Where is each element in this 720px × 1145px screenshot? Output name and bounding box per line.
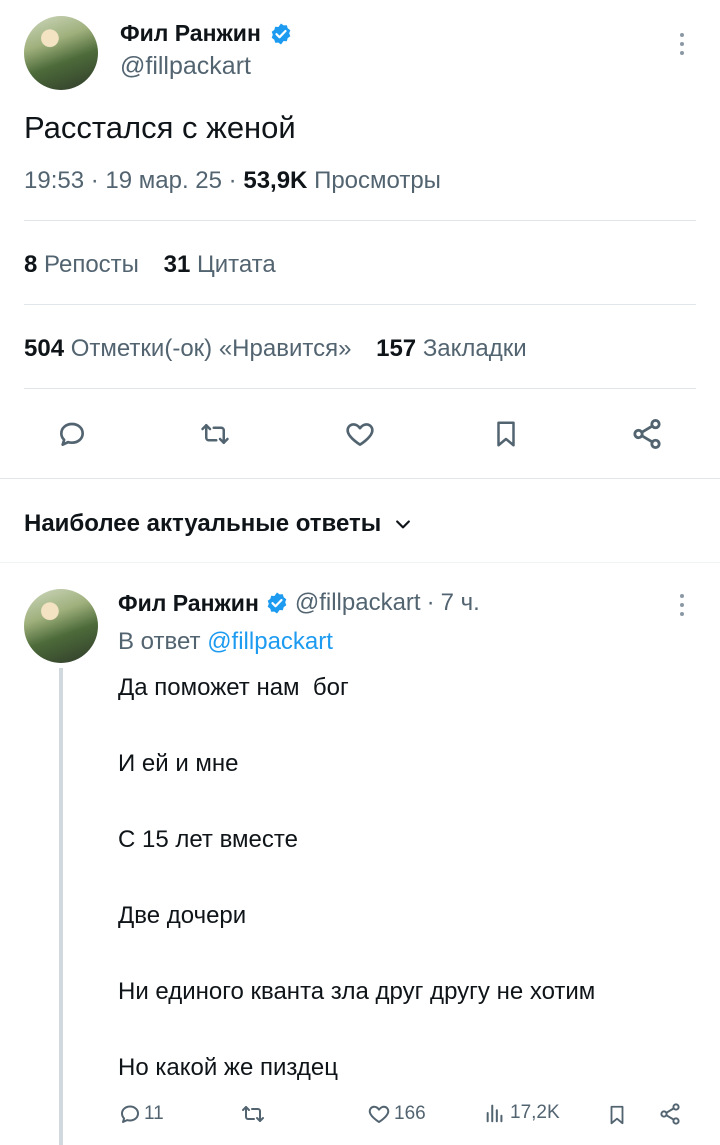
- heart-icon: [346, 423, 374, 446]
- reply-bookmark-button[interactable]: [606, 1102, 628, 1133]
- repost-icon: [242, 1106, 264, 1122]
- likes-count: 504: [24, 335, 65, 362]
- bookmark-icon: [497, 421, 515, 447]
- author-name[interactable]: Фил Ранжин: [120, 20, 261, 47]
- reply-author-avatar[interactable]: [24, 589, 98, 663]
- reply-replies-count: 11: [144, 1103, 164, 1124]
- meta-separator: ·: [228, 167, 244, 194]
- divider: [24, 388, 696, 389]
- reply-age[interactable]: 7 ч.: [441, 589, 480, 617]
- verified-badge-icon: [267, 592, 287, 614]
- share-button[interactable]: [625, 414, 669, 454]
- reply-likes-count: 166: [394, 1103, 426, 1124]
- views-label: Просмотры: [314, 167, 441, 194]
- tweet-text: Расстался с женой: [24, 110, 296, 145]
- reply-like-button[interactable]: 166: [366, 1102, 426, 1126]
- reply-reply-button[interactable]: 11: [118, 1102, 164, 1126]
- reply-views-button[interactable]: 17,2K: [484, 1102, 560, 1124]
- reply-icon: [60, 422, 84, 446]
- meta-separator: ·: [90, 167, 106, 194]
- in-reply-prefix: В ответ: [118, 628, 201, 655]
- reposts-label: Репосты: [44, 251, 139, 278]
- views-count: 53,9K: [243, 167, 308, 194]
- like-button[interactable]: [338, 414, 382, 454]
- verified-badge-icon: [271, 23, 291, 44]
- reply-text-line: С 15 лет вместе: [118, 826, 298, 853]
- divider: [24, 304, 696, 305]
- reply-views-count: 17,2K: [510, 1102, 560, 1123]
- likes-label: Отметки(-ок) «Нравится»: [70, 335, 352, 362]
- reply-repost-button[interactable]: [240, 1102, 266, 1131]
- share-icon: [633, 418, 661, 450]
- section-separator: [0, 478, 720, 479]
- reply-separator: ·: [426, 589, 435, 616]
- tweet-meta: 19:53 · 19 мар. 25 · 53,9K Просмотры: [24, 167, 441, 195]
- in-reply-handle-link[interactable]: @fillpackart: [207, 628, 333, 655]
- reply-button[interactable]: [50, 414, 94, 454]
- reposts-stat[interactable]: 8 Репосты: [24, 251, 146, 278]
- heart-icon: [368, 1105, 390, 1123]
- chevron-down-icon: [396, 520, 411, 529]
- in-reply-to: В ответ @fillpackart: [118, 628, 333, 656]
- bookmark-icon: [610, 1105, 624, 1125]
- author-avatar[interactable]: [24, 16, 98, 90]
- repost-icon: [201, 424, 229, 444]
- more-options-icon[interactable]: [662, 28, 702, 60]
- likes-stat[interactable]: 504 Отметки(-ок) «Нравится»: [24, 335, 358, 362]
- bookmarks-stat[interactable]: 157 Закладки: [376, 335, 527, 362]
- bookmarks-count: 157: [376, 335, 417, 362]
- quotes-label: Цитата: [196, 251, 276, 278]
- quotes-count: 31: [163, 251, 191, 278]
- section-separator: [0, 562, 720, 563]
- reply-text-line: Ни единого кванта зла друг другу не хоти…: [118, 978, 596, 1005]
- reply-share-button[interactable]: [658, 1102, 682, 1131]
- thread-line: [59, 668, 63, 1145]
- replies-sort-label: Наиболее актуальные ответы: [24, 510, 382, 537]
- reply-icon: [121, 1105, 139, 1123]
- repost-button[interactable]: [193, 414, 237, 454]
- reply-text-line: Но какой же пиздец: [118, 1054, 338, 1081]
- replies-sort-dropdown[interactable]: Наиболее актуальные ответы: [24, 510, 413, 538]
- reply-text-line: Две дочери: [118, 902, 247, 929]
- tweet-time[interactable]: 19:53: [24, 167, 84, 194]
- views-chart-icon: [486, 1104, 503, 1123]
- divider: [24, 220, 696, 221]
- bookmarks-label: Закладки: [422, 335, 527, 362]
- share-icon: [660, 1103, 680, 1125]
- reposts-count: 8: [24, 251, 38, 278]
- reply-author-name[interactable]: Фил Ранжин: [118, 590, 259, 617]
- reply-author-handle[interactable]: @fillpackart: [295, 589, 421, 617]
- quotes-stat[interactable]: 31 Цитата: [164, 251, 276, 278]
- reply-text-line: И ей и мне: [118, 750, 239, 777]
- bookmark-button[interactable]: [484, 414, 528, 454]
- reply-more-options-icon[interactable]: [664, 590, 700, 620]
- tweet-date[interactable]: 19 мар. 25: [105, 167, 222, 194]
- reply-text-line: Да поможет нам бог: [118, 674, 349, 701]
- author-handle[interactable]: @fillpackart: [120, 52, 251, 81]
